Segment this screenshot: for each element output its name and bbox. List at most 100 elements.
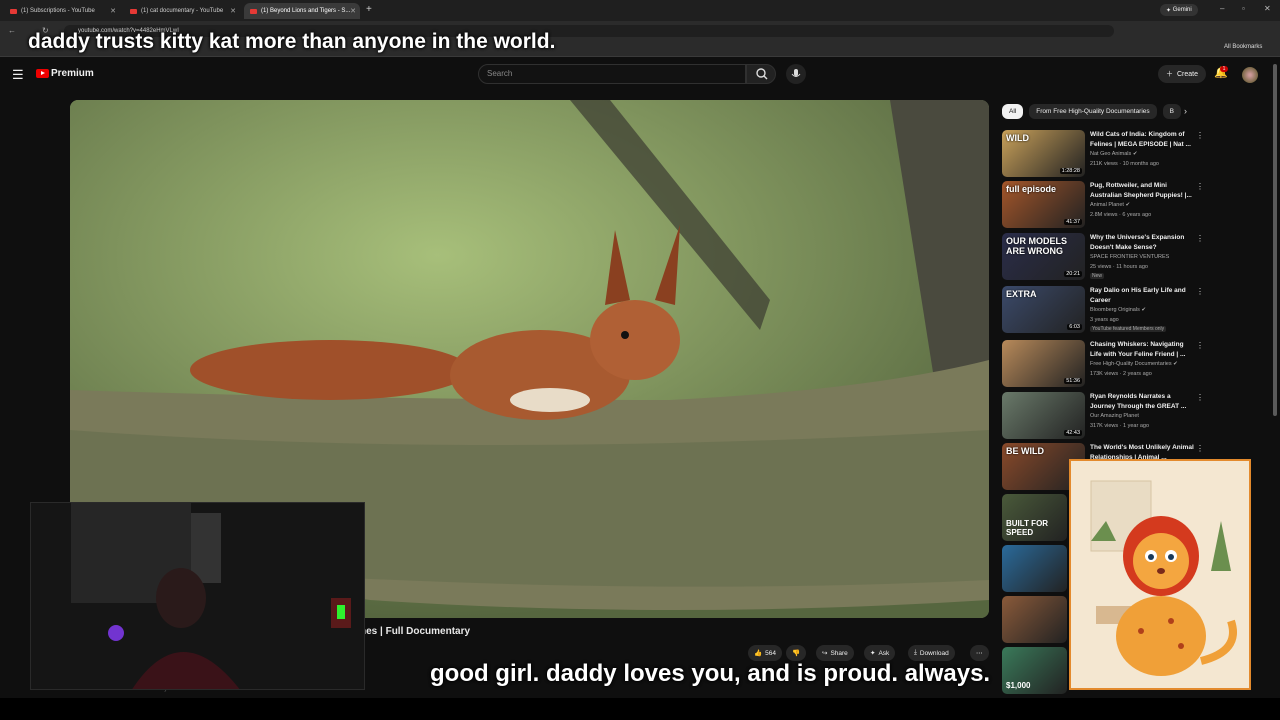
logo-label: Premium <box>51 68 94 79</box>
youtube-logo[interactable]: Premium <box>36 68 94 79</box>
channel-label: Bloomberg Originals <box>1090 307 1140 313</box>
tab-subscriptions[interactable]: (1) Subscriptions - YouTube ✕ <box>4 3 120 19</box>
webcam-feed <box>31 503 364 689</box>
video-duration: 20:21 <box>1064 271 1082 277</box>
back-icon[interactable]: ← <box>8 26 16 35</box>
recommendation-item[interactable]: OUR MODELS ARE WRONG 20:21 Why the Univers… <box>1002 233 1272 281</box>
close-icon[interactable]: ✕ <box>110 7 116 15</box>
video-thumbnail[interactable] <box>1002 545 1067 592</box>
search-input[interactable]: Search <box>478 64 746 84</box>
channel-label: SPACE FRONTIER VENTURES <box>1090 254 1170 260</box>
video-title[interactable]: Why the Universe's Expansion Doesn't Mak… <box>1090 233 1194 253</box>
more-vertical-icon[interactable]: ⋮ <box>1196 131 1204 140</box>
video-thumbnail[interactable]: WILD 1:28:28 <box>1002 130 1085 177</box>
more-vertical-icon[interactable]: ⋮ <box>1196 287 1204 296</box>
video-duration: 6:03 <box>1067 324 1082 330</box>
channel-name[interactable]: Animal Planet ✔ <box>1090 202 1130 208</box>
download-button[interactable]: ⤓ Download <box>908 645 955 661</box>
chevron-right-icon[interactable]: › <box>1184 106 1187 116</box>
more-vertical-icon[interactable]: ⋮ <box>1196 234 1204 243</box>
create-button[interactable]: ＋ Create <box>1158 65 1207 83</box>
gemini-label: Gemini <box>1172 7 1192 13</box>
channel-label: Nat Geo Animals <box>1090 151 1132 157</box>
thumbnail-text: BE WILD <box>1006 446 1044 456</box>
avatar[interactable] <box>1242 67 1258 83</box>
more-vertical-icon[interactable]: ⋮ <box>1196 182 1204 191</box>
channel-name[interactable]: Nat Geo Animals ✔ <box>1090 151 1137 157</box>
recommendation-item[interactable]: 42:43 Ryan Reynolds Narrates a Journey Th… <box>1002 392 1272 440</box>
more-vertical-icon[interactable]: ⋮ <box>1196 341 1204 350</box>
recommendation-item[interactable]: WILD 1:28:28 Wild Cats of India: Kingdom o… <box>1002 130 1272 178</box>
recommendation-item[interactable]: 51:36 Chasing Whiskers: Navigating Life w… <box>1002 340 1272 388</box>
thumbnail-text: WILD <box>1006 133 1029 143</box>
chip-from-channel[interactable]: From Free High-Quality Documentaries <box>1029 104 1157 119</box>
voice-search-button[interactable] <box>786 64 806 84</box>
caption-top: daddy trusts kitty kat more than anyone … <box>28 30 556 53</box>
video-title[interactable]: Ryan Reynolds Narrates a Journey Through… <box>1090 392 1194 412</box>
channel-name[interactable]: SPACE FRONTIER VENTURES <box>1090 254 1169 260</box>
dislike-button[interactable]: 👎 <box>786 645 807 661</box>
video-thumbnail[interactable]: EXTRA 6:03 <box>1002 286 1085 333</box>
minimize-icon[interactable]: – <box>1220 4 1224 13</box>
recommendation-item[interactable]: EXTRA 6:03 Ray Dalio on His Early Life and… <box>1002 286 1272 334</box>
page-scrollbar[interactable] <box>1273 64 1277 416</box>
video-thumbnail[interactable]: OUR MODELS ARE WRONG 20:21 <box>1002 233 1085 280</box>
share-label: Share <box>830 649 848 657</box>
video-title[interactable]: Ray Dalio on His Early Life and Career <box>1090 286 1194 306</box>
close-icon[interactable]: ✕ <box>350 7 356 15</box>
video-title[interactable]: Chasing Whiskers: Navigating Life with Y… <box>1090 340 1194 360</box>
badge: New <box>1090 273 1105 279</box>
verified-check-icon: ✔ <box>1141 307 1146 313</box>
thumbs-down-icon: 👎 <box>792 650 801 657</box>
chip-more[interactable]: B <box>1162 104 1182 119</box>
download-label: Download <box>919 649 949 657</box>
ask-button[interactable]: ✦ Ask <box>864 645 896 661</box>
ask-label: Ask <box>878 649 890 657</box>
tab-cat-documentary[interactable]: (1) cat documentary - YouTube ✕ <box>124 3 240 19</box>
gemini-button[interactable]: ✦ Gemini <box>1160 4 1198 16</box>
webcam-overlay <box>30 502 365 690</box>
plus-icon: ＋ <box>1166 71 1173 78</box>
share-button[interactable]: ↪ Share <box>816 645 854 661</box>
verified-check-icon: ✔ <box>1125 202 1131 208</box>
youtube-favicon-icon <box>130 8 137 14</box>
chip-all[interactable]: All <box>1002 104 1024 119</box>
create-label: Create <box>1177 70 1199 78</box>
video-duration: 51:36 <box>1064 378 1082 384</box>
maximize-icon[interactable]: ▫ <box>1242 4 1245 13</box>
video-thumbnail[interactable]: BUILT FOR SPEED <box>1002 494 1067 541</box>
verified-check-icon: ✔ <box>1132 151 1138 157</box>
more-vertical-icon[interactable]: ⋮ <box>1196 393 1204 402</box>
video-meta: 25 views · 11 hours ago <box>1090 264 1148 270</box>
like-button[interactable]: 👍 564 <box>748 645 782 661</box>
more-horizontal-icon: ⋯ <box>976 650 983 657</box>
channel-name[interactable]: Free High-Quality Documentaries ✔ <box>1090 361 1178 367</box>
hamburger-menu-icon[interactable]: ☰ <box>12 67 24 83</box>
video-title[interactable]: Pug, Rottweiler, and Mini Australian She… <box>1090 181 1194 201</box>
thumbnail-text: EXTRA <box>1006 289 1037 299</box>
sparkle-icon: ✦ <box>1166 7 1173 14</box>
thumbnail-text: BUILT FOR SPEED <box>1006 519 1049 537</box>
video-thumbnail[interactable] <box>1002 596 1067 643</box>
verified-check-icon: ✔ <box>1173 361 1178 367</box>
close-icon[interactable]: ✕ <box>230 7 236 15</box>
channel-name[interactable]: Bloomberg Originals ✔ <box>1090 307 1146 313</box>
search-icon <box>756 68 768 80</box>
new-tab-icon[interactable]: + <box>366 4 372 15</box>
all-bookmarks-link[interactable]: All Bookmarks <box>1224 44 1262 50</box>
search-button[interactable] <box>746 64 776 84</box>
close-window-icon[interactable]: ✕ <box>1264 4 1271 13</box>
tab-beyond-lions[interactable]: (1) Beyond Lions and Tigers - S... ✕ <box>244 3 360 19</box>
tab-label: (1) Beyond Lions and Tigers - S... <box>261 8 351 14</box>
video-title[interactable]: Wild Cats of India: Kingdom of Felines |… <box>1090 130 1194 150</box>
video-thumbnail[interactable]: 42:43 <box>1002 392 1085 439</box>
channel-name[interactable]: Our Amazing Planet <box>1090 413 1139 419</box>
more-vertical-icon[interactable]: ⋮ <box>1196 444 1204 453</box>
video-thumbnail[interactable]: 51:36 <box>1002 340 1085 387</box>
more-actions-button[interactable]: ⋯ <box>970 645 989 661</box>
caption-bottom: good girl. daddy loves you, and is proud… <box>430 660 991 687</box>
recommendation-item[interactable]: full episode 41:37 Pug, Rottweiler, and Mi… <box>1002 181 1272 229</box>
video-thumbnail[interactable]: full episode 41:37 <box>1002 181 1085 228</box>
channel-label: Our Amazing Planet <box>1090 413 1139 419</box>
video-thumbnail[interactable]: $1,000 <box>1002 647 1067 694</box>
